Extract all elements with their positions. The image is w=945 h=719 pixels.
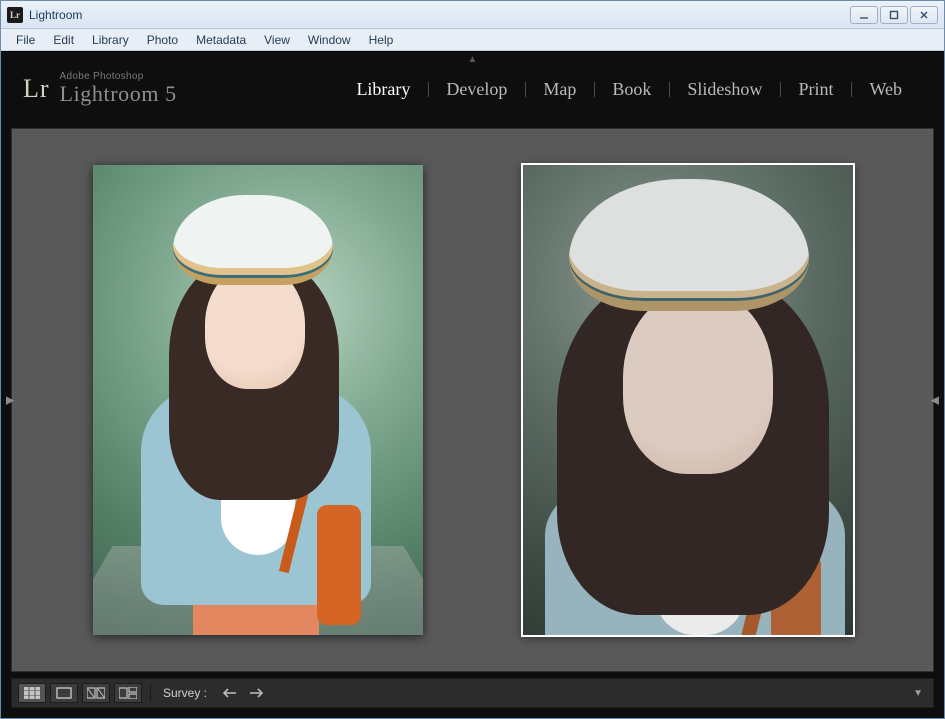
collapse-top-panel-icon[interactable]: ▲ [468,54,478,65]
module-print[interactable]: Print [780,79,851,100]
app-body: ▲ Lr Adobe Photoshop Lightroom 5 Library… [1,51,944,718]
loupe-icon [56,687,72,699]
menu-edit[interactable]: Edit [44,31,83,49]
menu-library[interactable]: Library [83,31,138,49]
menu-photo[interactable]: Photo [138,31,187,49]
menu-file[interactable]: File [7,31,44,49]
grid-view-button[interactable] [18,683,46,703]
product-name-block: Adobe Photoshop Lightroom 5 [60,71,177,106]
module-picker: Library Develop Map Book Slideshow Print… [338,79,920,100]
nav-next-button[interactable] [245,683,267,703]
module-map[interactable]: Map [525,79,594,100]
window-title: Lightroom [29,8,82,22]
app-icon: Lr [7,7,23,23]
arrow-left-icon [222,687,238,699]
survey-photo-2[interactable] [523,165,853,635]
photo-thumbnail [523,165,853,635]
expand-left-panel-icon[interactable]: ▶ [6,394,14,407]
menu-window[interactable]: Window [299,31,360,49]
compare-icon [87,687,105,699]
menu-bar: File Edit Library Photo Metadata View Wi… [1,29,944,51]
survey-photo-1[interactable] [93,165,423,635]
module-book[interactable]: Book [594,79,669,100]
toolbar-mode-label: Survey : [163,686,207,700]
compare-view-button[interactable] [82,683,110,703]
content-viewer: ▶ ◀ [11,128,934,672]
photo-thumbnail [93,165,423,635]
identity-module-bar: Lr Adobe Photoshop Lightroom 5 Library D… [1,58,944,120]
window-frame: Lr Lightroom File Edit Library Photo Met… [0,0,945,719]
survey-icon [119,687,137,699]
expand-right-panel-icon[interactable]: ◀ [931,394,939,407]
arrow-right-icon [248,687,264,699]
toolbar-options-button[interactable]: ▼ [909,688,927,699]
grid-icon [24,687,40,699]
nav-prev-button[interactable] [219,683,241,703]
survey-view-button[interactable] [114,683,142,703]
module-library[interactable]: Library [338,79,428,100]
close-button[interactable] [910,6,938,24]
module-slideshow[interactable]: Slideshow [669,79,780,100]
lightroom-logo-text: Lr [23,76,50,102]
minimize-button[interactable] [850,6,878,24]
toolbar: Survey : ▼ [11,678,934,708]
identity-plate[interactable]: Lr Adobe Photoshop Lightroom 5 [23,71,177,106]
module-web[interactable]: Web [851,79,920,100]
menu-metadata[interactable]: Metadata [187,31,255,49]
loupe-view-button[interactable] [50,683,78,703]
menu-view[interactable]: View [255,31,299,49]
window-titlebar[interactable]: Lr Lightroom [1,1,944,29]
toolbar-separator [150,684,151,702]
module-develop[interactable]: Develop [428,79,525,100]
maximize-button[interactable] [880,6,908,24]
product-name: Lightroom 5 [60,82,177,106]
window-buttons [850,6,938,24]
menu-help[interactable]: Help [360,31,403,49]
